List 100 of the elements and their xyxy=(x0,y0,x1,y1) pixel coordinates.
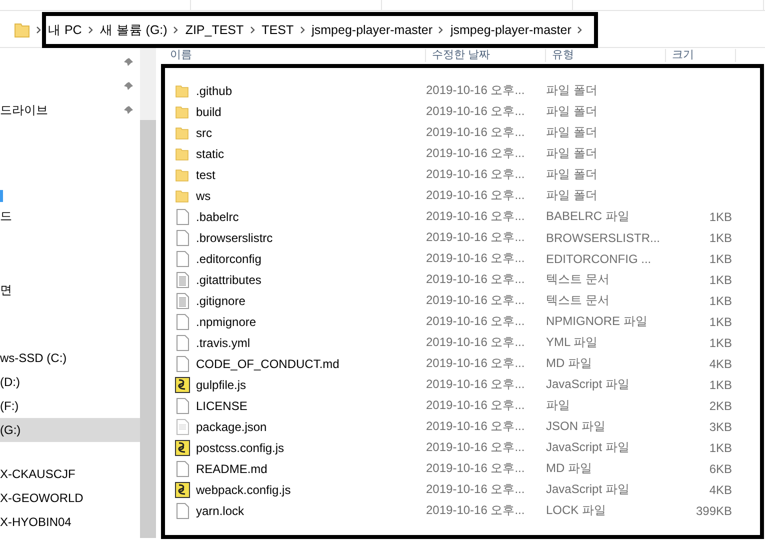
modified-date: 2019-10-16 오후... xyxy=(426,418,526,435)
sidebar-item[interactable]: (F:) xyxy=(0,394,140,418)
folder-icon xyxy=(175,84,189,98)
file-name[interactable]: .npmignore xyxy=(196,314,256,328)
script-icon xyxy=(174,482,190,498)
file-name[interactable]: .gitattributes xyxy=(196,272,262,286)
scrollbar-thumb[interactable] xyxy=(140,120,156,538)
file-name[interactable]: LICENSE xyxy=(196,398,248,412)
file-name[interactable]: .browserslistrc xyxy=(196,230,273,244)
sidebar-item[interactable]: X-GEOWORLD xyxy=(0,486,140,510)
modified-date: 2019-10-16 오후... xyxy=(426,250,526,267)
pin-icon[interactable] xyxy=(123,56,134,68)
file-name[interactable]: static xyxy=(196,146,224,160)
modified-date: 2019-10-16 오후... xyxy=(426,82,526,99)
file-size: 1KB xyxy=(708,336,732,350)
file-type: 텍스트 문서 xyxy=(546,271,610,288)
sidebar-item[interactable]: (G:) xyxy=(0,418,140,442)
document-icon xyxy=(176,418,188,434)
file-name[interactable]: .github xyxy=(196,84,232,98)
file-type: 파일 폴더 xyxy=(546,82,598,99)
file-type: 파일 xyxy=(546,397,571,414)
modified-date: 2019-10-16 오후... xyxy=(426,292,526,309)
file-size: 1KB xyxy=(708,252,732,266)
folder-icon xyxy=(14,22,30,38)
modified-date: 2019-10-16 오후... xyxy=(426,481,526,498)
sidebar-item[interactable]: X-CKAUSCJF xyxy=(0,462,140,486)
file-size: 4KB xyxy=(708,356,732,370)
modified-date: 2019-10-16 오후... xyxy=(426,271,526,288)
file-name[interactable]: .babelrc xyxy=(196,210,239,224)
column-header[interactable]: 이름 xyxy=(164,49,426,62)
file-type: JavaScript 파일 xyxy=(546,439,630,456)
breadcrumb[interactable]: jsmpeg-player-master xyxy=(312,23,432,37)
breadcrumb[interactable]: 내 PC xyxy=(48,22,82,38)
file-type: BABELRC 파일 xyxy=(546,208,630,225)
breadcrumb[interactable]: jsmpeg-player-master xyxy=(450,23,572,37)
modified-date: 2019-10-16 오후... xyxy=(426,376,526,393)
modified-date: 2019-10-16 오후... xyxy=(426,397,526,414)
file-name[interactable]: CODE_OF_CONDUCT.md xyxy=(196,356,340,370)
file-name[interactable]: gulpfile.js xyxy=(196,378,246,392)
file-type: JavaScript 파일 xyxy=(546,481,630,498)
file-size: 6KB xyxy=(708,462,732,476)
modified-date: 2019-10-16 오후... xyxy=(426,124,526,141)
modified-date: 2019-10-16 오후... xyxy=(426,334,526,351)
sidebar-item[interactable]: 면 xyxy=(0,278,140,302)
modified-date: 2019-10-16 오후... xyxy=(426,313,526,330)
file-type: 파일 폴더 xyxy=(546,124,598,141)
file-size: 1KB xyxy=(708,230,732,244)
file-name[interactable]: .editorconfig xyxy=(196,252,262,266)
file-type: MD 파일 xyxy=(546,355,593,372)
pin-icon[interactable] xyxy=(123,80,134,92)
column-header[interactable]: 크기 xyxy=(666,49,736,62)
file-type: YML 파일 xyxy=(546,334,599,351)
chevron-icon xyxy=(36,26,42,34)
chevron-icon xyxy=(438,26,444,34)
file-name[interactable]: webpack.config.js xyxy=(196,482,291,496)
file-type: 파일 폴더 xyxy=(546,187,598,204)
script-icon xyxy=(174,440,190,456)
modified-date: 2019-10-16 오후... xyxy=(426,145,526,162)
pin-icon[interactable] xyxy=(123,104,134,116)
file-type: LOCK 파일 xyxy=(546,502,608,519)
file-size: 1KB xyxy=(708,314,732,328)
file-name[interactable]: test xyxy=(196,168,216,182)
file-name[interactable]: build xyxy=(196,104,222,118)
sidebar-item[interactable]: ws-SSD (C:) xyxy=(0,346,140,370)
column-header[interactable]: 유형 xyxy=(546,49,666,62)
document-icon xyxy=(176,460,188,476)
document-icon xyxy=(176,334,188,350)
breadcrumb[interactable]: 새 볼륨 (G:) xyxy=(100,22,168,38)
sidebar-item[interactable]: X-HYOBIN04 xyxy=(0,510,140,534)
file-name[interactable]: README.md xyxy=(196,462,268,476)
file-name[interactable]: package.json xyxy=(196,420,267,434)
file-type: JavaScript 파일 xyxy=(546,376,630,393)
file-name[interactable]: postcss.config.js xyxy=(196,440,284,454)
file-type: 텍스트 문서 xyxy=(546,292,610,309)
breadcrumb[interactable]: TEST xyxy=(262,23,294,37)
file-type: JSON 파일 xyxy=(546,418,606,435)
file-type: BROWSERSLISTR... xyxy=(546,230,662,244)
file-size: 1KB xyxy=(708,378,732,392)
file-type: 파일 폴더 xyxy=(546,103,598,120)
column-header[interactable]: 수정한 날짜 xyxy=(426,49,546,62)
file-name[interactable]: src xyxy=(196,126,212,140)
sidebar-item[interactable]: (D:) xyxy=(0,370,140,394)
script-icon xyxy=(174,376,190,392)
sidebar-item[interactable]: 드 xyxy=(0,206,140,226)
chevron-icon xyxy=(88,26,94,34)
file-name[interactable]: .gitignore xyxy=(196,294,246,308)
sidebar-item[interactable]: 드라이브 xyxy=(0,98,140,122)
folder-icon xyxy=(175,104,189,118)
folder-icon xyxy=(175,168,189,182)
file-name[interactable]: .travis.yml xyxy=(196,336,250,350)
folder-icon xyxy=(175,188,189,202)
chevron-icon xyxy=(300,26,306,34)
file-type: EDITORCONFIG ... xyxy=(546,252,652,266)
file-name[interactable]: yarn.lock xyxy=(196,504,244,518)
file-name[interactable]: ws xyxy=(196,188,211,202)
text-document-icon xyxy=(176,292,188,308)
folder-icon xyxy=(175,126,189,140)
modified-date: 2019-10-16 오후... xyxy=(426,355,526,372)
document-icon xyxy=(176,250,188,266)
breadcrumb[interactable]: ZIP_TEST xyxy=(185,23,244,37)
